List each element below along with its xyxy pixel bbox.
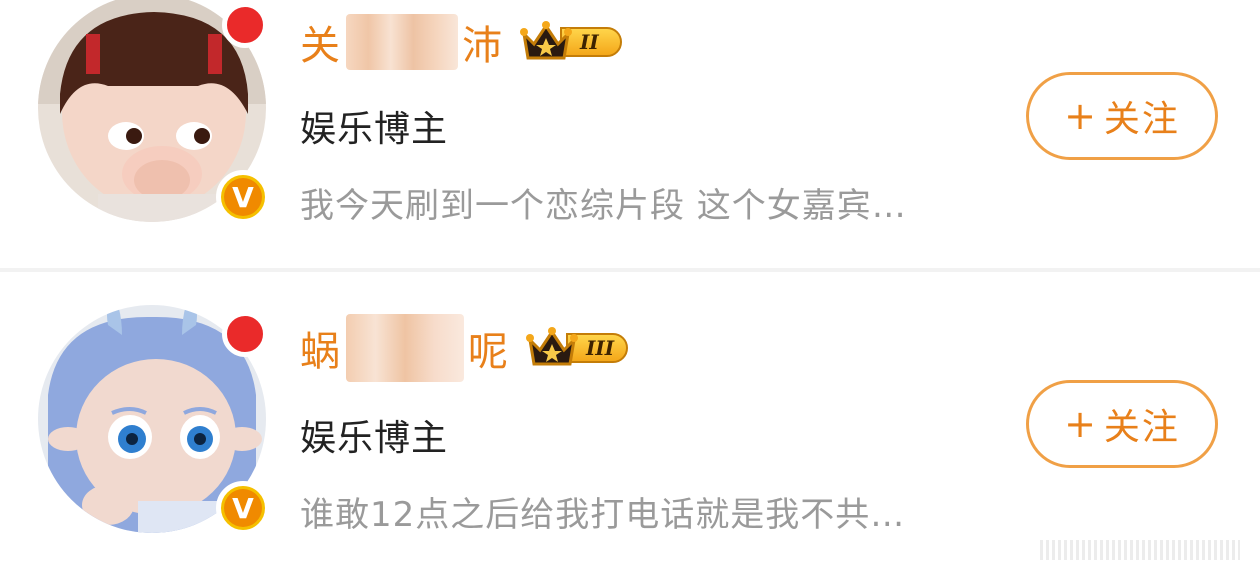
user-description[interactable]: 谁敢12点之后给我打电话就是我不共… <box>300 487 905 536</box>
username-blurred <box>346 314 464 382</box>
user-description[interactable]: 我今天刷到一个恋综片段 这个女嘉宾… <box>300 178 907 227</box>
user-role: 娱乐博主 <box>300 418 449 459</box>
follow-button[interactable]: + 关注 <box>1026 380 1218 468</box>
plus-icon: + <box>1064 402 1098 446</box>
watermark <box>1040 540 1240 560</box>
username[interactable]: 蜗 呢 <box>300 314 510 382</box>
username-blurred <box>346 14 458 70</box>
username-first-char: 关 <box>300 23 342 69</box>
verified-v-symbol: V <box>224 178 262 216</box>
user-card[interactable]: V 蜗 呢 III 娱乐博主 谁敢12点之后给我打电话就是我不共… + 关注 <box>0 272 1260 575</box>
plus-icon: + <box>1064 94 1098 138</box>
username-first-char: 蜗 <box>300 329 342 375</box>
verified-v-icon: V <box>216 170 270 224</box>
name-row: 蜗 呢 III <box>300 314 628 382</box>
follow-label: 关注 <box>1103 99 1180 140</box>
online-dot-icon <box>222 2 268 48</box>
verified-v-symbol: V <box>224 489 262 527</box>
follow-label: 关注 <box>1103 407 1180 448</box>
avatar-wrapper[interactable]: V <box>38 305 270 537</box>
username[interactable]: 关 沛 <box>300 12 504 72</box>
username-last-char: 呢 <box>468 329 510 375</box>
follow-button[interactable]: + 关注 <box>1026 72 1218 160</box>
name-row: 关 沛 II <box>300 12 622 72</box>
level-badge: III <box>526 326 628 370</box>
crown-icon <box>526 327 578 366</box>
level-badge: II <box>520 20 622 64</box>
verified-v-icon: V <box>216 481 270 535</box>
crown-icon <box>520 21 572 60</box>
online-dot-icon <box>222 311 268 357</box>
user-card[interactable]: V 关 沛 II 娱乐博主 我今天刷到一个恋综片段 这个女嘉宾… + 关注 <box>0 0 1260 268</box>
username-last-char: 沛 <box>462 23 504 69</box>
avatar-wrapper[interactable]: V <box>38 0 270 226</box>
user-role: 娱乐博主 <box>300 109 449 150</box>
